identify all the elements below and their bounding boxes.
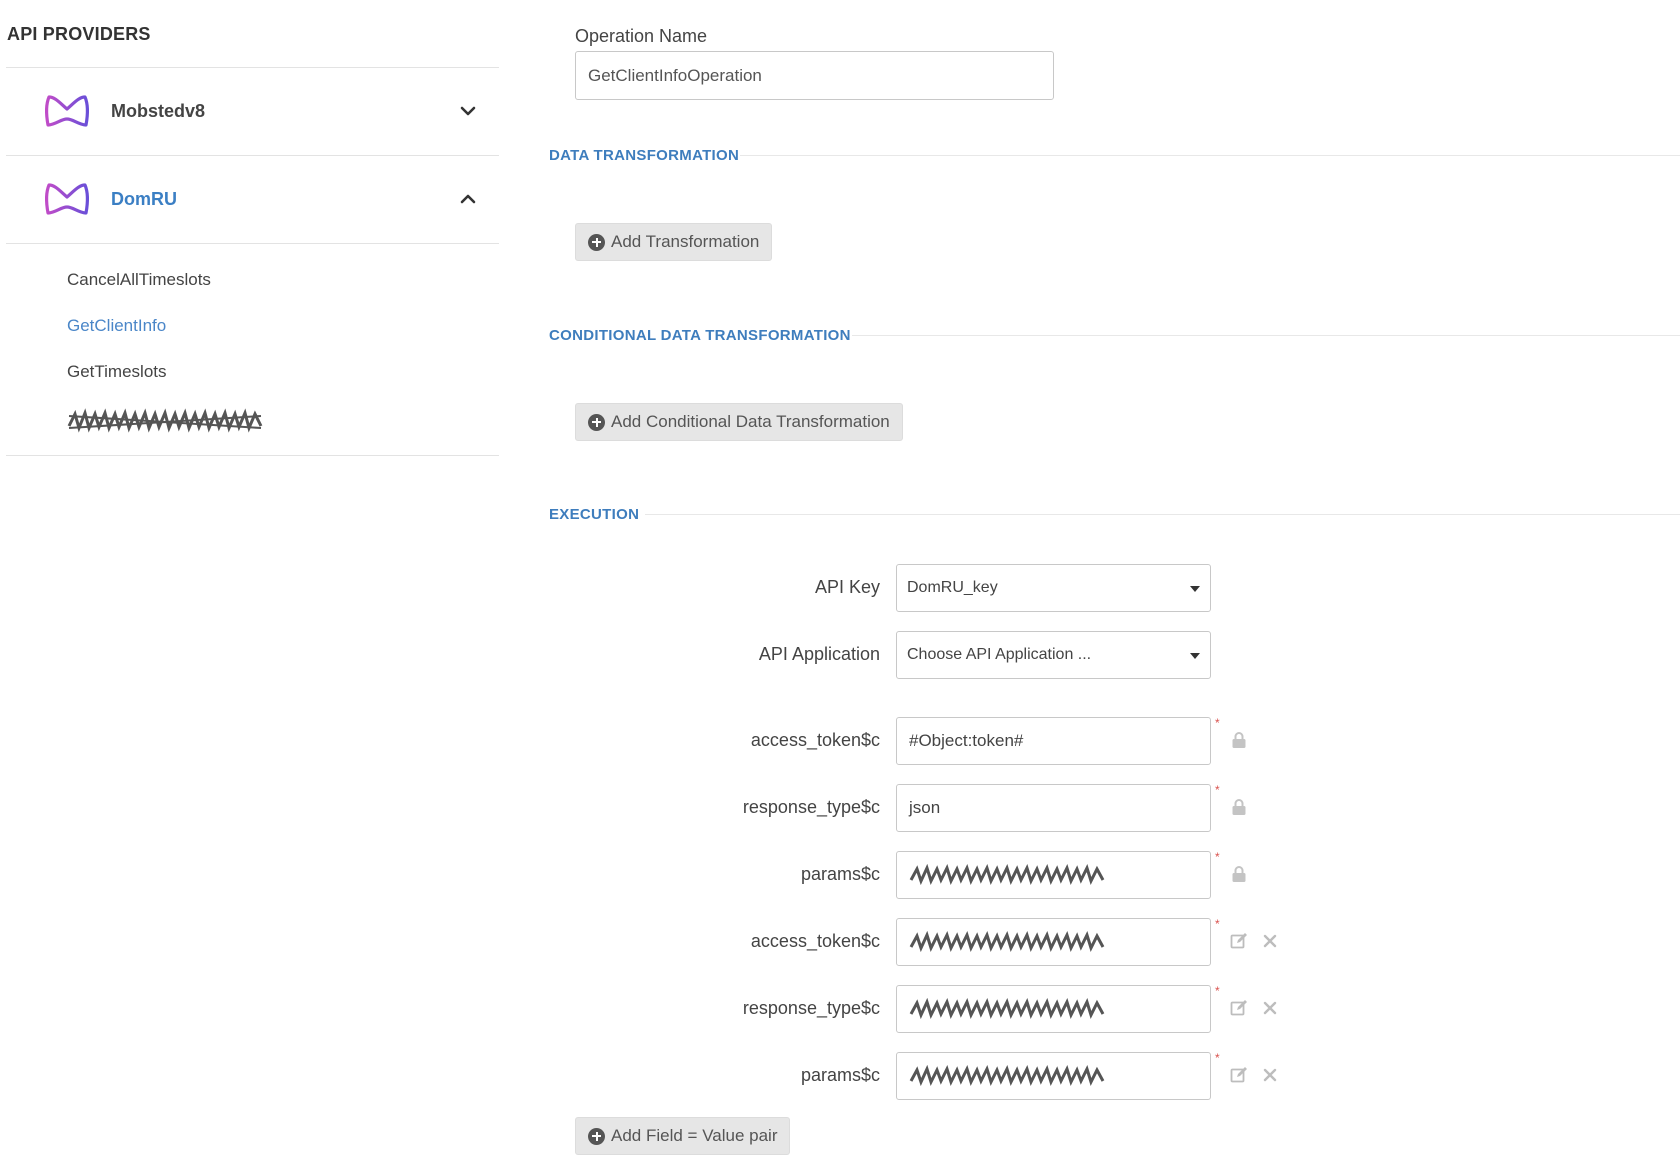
api-key-label: API Key: [814, 577, 880, 597]
field-value-input[interactable]: [896, 851, 1211, 899]
field-value-input[interactable]: [896, 1052, 1211, 1100]
operation-name-input[interactable]: [575, 51, 1054, 100]
redacted-operation-item[interactable]: [67, 408, 263, 434]
chevron-down-icon[interactable]: [459, 102, 477, 120]
section-title-conditional: CONDITIONAL DATA TRANSFORMATION: [549, 327, 851, 344]
operation-item-getclientinfo[interactable]: GetClientInfo: [67, 316, 166, 336]
add-transformation-button[interactable]: Add Transformation: [575, 223, 773, 261]
operation-item-cancelalltimeslots[interactable]: CancelAllTimeslots: [67, 270, 211, 290]
operation-item-gettimeslots[interactable]: GetTimeslots: [67, 362, 167, 382]
required-marker: *: [1215, 850, 1220, 864]
lock-icon: [1232, 799, 1246, 815]
remove-icon[interactable]: [1260, 931, 1280, 951]
field-label: access_token$c: [750, 931, 880, 951]
provider-mobstedv8[interactable]: Mobstedv8: [6, 68, 499, 156]
redacted-value: [909, 931, 1105, 953]
required-marker: *: [1215, 716, 1220, 730]
remove-icon[interactable]: [1260, 998, 1280, 1018]
required-marker: *: [1215, 783, 1220, 797]
field-label: response_type$c: [742, 998, 880, 1018]
provider-name: DomRU: [111, 189, 177, 209]
field-label: params$c: [800, 864, 880, 884]
provider-domru[interactable]: DomRU: [6, 156, 499, 244]
api-application-label: API Application: [758, 644, 880, 664]
divider: [6, 455, 499, 456]
section-title-execution: EXECUTION: [549, 506, 640, 523]
required-marker: *: [1215, 984, 1220, 998]
divider: [645, 514, 1680, 515]
provider-name: Mobstedv8: [111, 101, 206, 121]
edit-icon[interactable]: [1229, 931, 1249, 951]
button-label: Add Field = Value pair: [611, 1126, 778, 1145]
add-field-value-pair-button[interactable]: Add Field = Value pair: [575, 1117, 791, 1155]
required-marker: *: [1215, 1051, 1220, 1065]
divider: [6, 243, 499, 244]
caret-down-icon: [1190, 586, 1200, 592]
field-value-input[interactable]: [896, 918, 1211, 966]
plus-circle-icon: [588, 1127, 605, 1145]
field-value-input[interactable]: json: [896, 784, 1211, 832]
button-label: Add Transformation: [611, 232, 760, 251]
sidebar-title: API PROVIDERS: [7, 24, 151, 44]
field-label: response_type$c: [742, 797, 880, 817]
redacted-value: [909, 864, 1105, 886]
divider: [740, 155, 1680, 156]
operation-name-label: Operation Name: [575, 26, 708, 46]
edit-icon[interactable]: [1229, 1065, 1249, 1085]
api-application-select[interactable]: Choose API Application ...: [896, 631, 1211, 679]
mobsted-logo-icon: [45, 95, 89, 127]
api-key-select[interactable]: DomRU_key: [896, 564, 1211, 612]
redacted-value: [909, 1065, 1105, 1087]
chevron-up-icon[interactable]: [459, 190, 477, 208]
domru-logo-icon: [45, 183, 89, 215]
field-value-input[interactable]: [896, 985, 1211, 1033]
redacted-value: [909, 998, 1105, 1020]
lock-icon: [1232, 866, 1246, 882]
divider: [852, 335, 1680, 336]
section-title-data-transformation: DATA TRANSFORMATION: [549, 147, 740, 164]
edit-icon[interactable]: [1229, 998, 1249, 1018]
button-label: Add Conditional Data Transformation: [611, 412, 890, 431]
add-conditional-transformation-button[interactable]: Add Conditional Data Transformation: [575, 403, 903, 441]
plus-circle-icon: [588, 233, 605, 251]
api-application-selected: Choose API Application ...: [907, 646, 1092, 663]
caret-down-icon: [1190, 653, 1200, 659]
remove-icon[interactable]: [1260, 1065, 1280, 1085]
field-value-input[interactable]: #Object:token#: [896, 717, 1211, 765]
required-marker: *: [1215, 917, 1220, 931]
api-key-selected: DomRU_key: [907, 579, 998, 596]
plus-circle-icon: [588, 413, 605, 431]
lock-icon: [1232, 732, 1246, 748]
field-label: params$c: [800, 1065, 880, 1085]
field-label: access_token$c: [750, 730, 880, 750]
